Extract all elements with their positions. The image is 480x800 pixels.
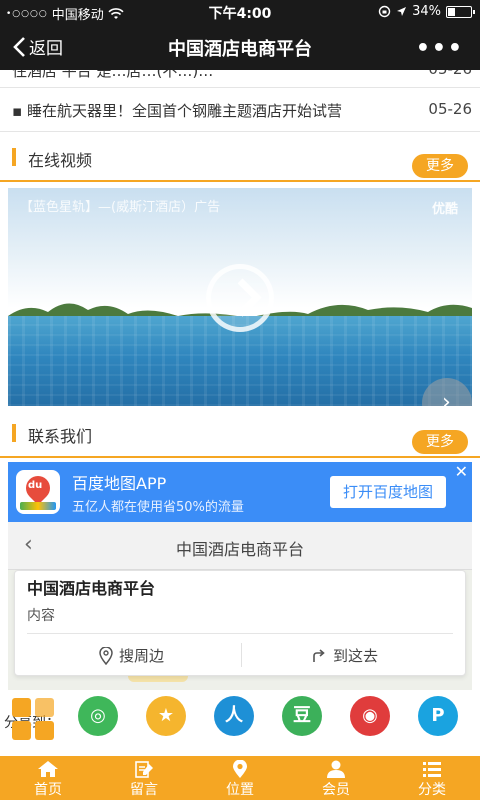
section-title: 在线视频 [28,151,93,170]
page-title: 中国酒店电商平台 [168,39,312,60]
douban-share-icon[interactable]: 豆 [282,696,322,736]
place-description: 内容 [27,608,55,624]
card-divider [27,633,453,634]
location-pin-icon [99,646,113,665]
grid-cell [35,721,54,740]
map-nav-bar: ‹ 中国酒店电商平台 [8,522,472,570]
tab-home[interactable]: 首页 [0,756,96,800]
video-ad-text: 【蓝色星轨】—(威斯汀酒店）广告 [20,200,221,215]
battery-icon [446,5,475,18]
action-separator [241,643,242,667]
news-title: ▪ 睡在航天器里！全国首个钢雕主题酒店开始试营 [12,102,342,120]
baidu-map-banner: du 百度地图APP 五亿人都在使用省50%的流量 打开百度地图 ✕ [8,462,472,522]
route-arrow-icon [313,648,325,662]
navigate-here-button[interactable]: 到这去 [311,645,378,666]
bottom-tab-bar: 首页 留言 位置 会员 分类 [0,756,480,800]
user-icon [327,760,345,778]
news-date: 05-26 [428,100,472,118]
battery-fill [448,7,455,16]
search-nearby-button[interactable]: 搜周边 [99,645,164,666]
tab-message[interactable]: 留言 [96,756,192,800]
location-icon [233,760,247,778]
grid-cell [35,698,54,717]
map-title: 中国酒店电商平台 [175,540,304,559]
tab-label: 位置 [226,782,254,798]
nav-bar: 返回 中国酒店电商平台 ••• [0,24,480,70]
navigate-here-label: 到这去 [333,647,379,665]
location-arrow-icon [397,7,407,16]
baidu-map-logo-icon: du [16,470,60,514]
status-right: 34% [378,4,475,19]
place-info-card: 中国酒店电商平台 内容 搜周边 到这去 [14,570,466,676]
home-icon [38,761,58,777]
p-app-share-icon[interactable]: P [418,696,458,736]
news-item[interactable]: 住酒店 平台 是…店…(不…)… 05-26 [0,70,480,88]
youku-logo: 优酷 [431,202,458,217]
app-description: 五亿人都在使用省50%的流量 [72,500,244,515]
app-name: 百度地图APP [72,474,167,493]
search-nearby-label: 搜周边 [119,647,165,665]
open-baidu-map-button[interactable]: 打开百度地图 [330,476,446,508]
section-title: 联系我们 [28,427,93,446]
weibo-share-icon[interactable]: ◉ [350,696,390,736]
contact-more-button[interactable]: 更多 [412,430,468,454]
video-player[interactable]: 【蓝色星轨】—(威斯汀酒店）广告 优酷 › [8,188,472,406]
more-menu-button[interactable]: ••• [416,36,464,61]
logo-stripe [20,502,56,510]
grid-menu-icon[interactable] [12,698,54,740]
news-date: 05-26 [428,70,472,78]
grid-cell [12,721,31,740]
logo-text: du [28,480,43,491]
video-more-button[interactable]: 更多 [412,154,468,178]
tab-member[interactable]: 会员 [288,756,384,800]
section-header-video: 在线视频 更多 [0,134,480,182]
section-accent-bar [12,424,16,442]
grid-cell [12,698,31,717]
share-row: 分享到： ◎ ★ 人豆 ◉ P [0,694,480,750]
lock-rotation-icon [378,5,391,18]
play-icon[interactable] [206,264,274,332]
tab-label: 留言 [130,782,158,798]
tab-label: 首页 [34,782,62,798]
status-bar: •○○○○ 中国移动 下午4:00 34% [0,0,480,24]
favorite-share-icon[interactable]: ★ [146,696,186,736]
place-name: 中国酒店电商平台 [27,579,156,598]
edit-icon [135,761,153,778]
section-accent-bar [12,148,16,166]
tab-label: 分类 [418,782,446,798]
tab-location[interactable]: 位置 [192,756,288,800]
news-title-text: 睡在航天器里！全国首个钢雕主题酒店开始试营 [26,102,342,120]
section-header-contact: 联系我们 更多 [0,410,480,458]
news-title: 住酒店 平台 是…店…(不…)… [12,70,214,80]
renren-share-icon[interactable]: 人 [214,696,254,736]
wechat-share-icon[interactable]: ◎ [78,696,118,736]
tab-category[interactable]: 分类 [384,756,480,800]
tab-label: 会员 [322,782,350,798]
battery-percent: 34% [412,4,441,19]
news-item[interactable]: ▪ 睡在航天器里！全国首个钢雕主题酒店开始试营 05-26 [0,88,480,132]
close-icon[interactable]: ✕ [455,462,468,481]
list-icon [423,762,441,777]
